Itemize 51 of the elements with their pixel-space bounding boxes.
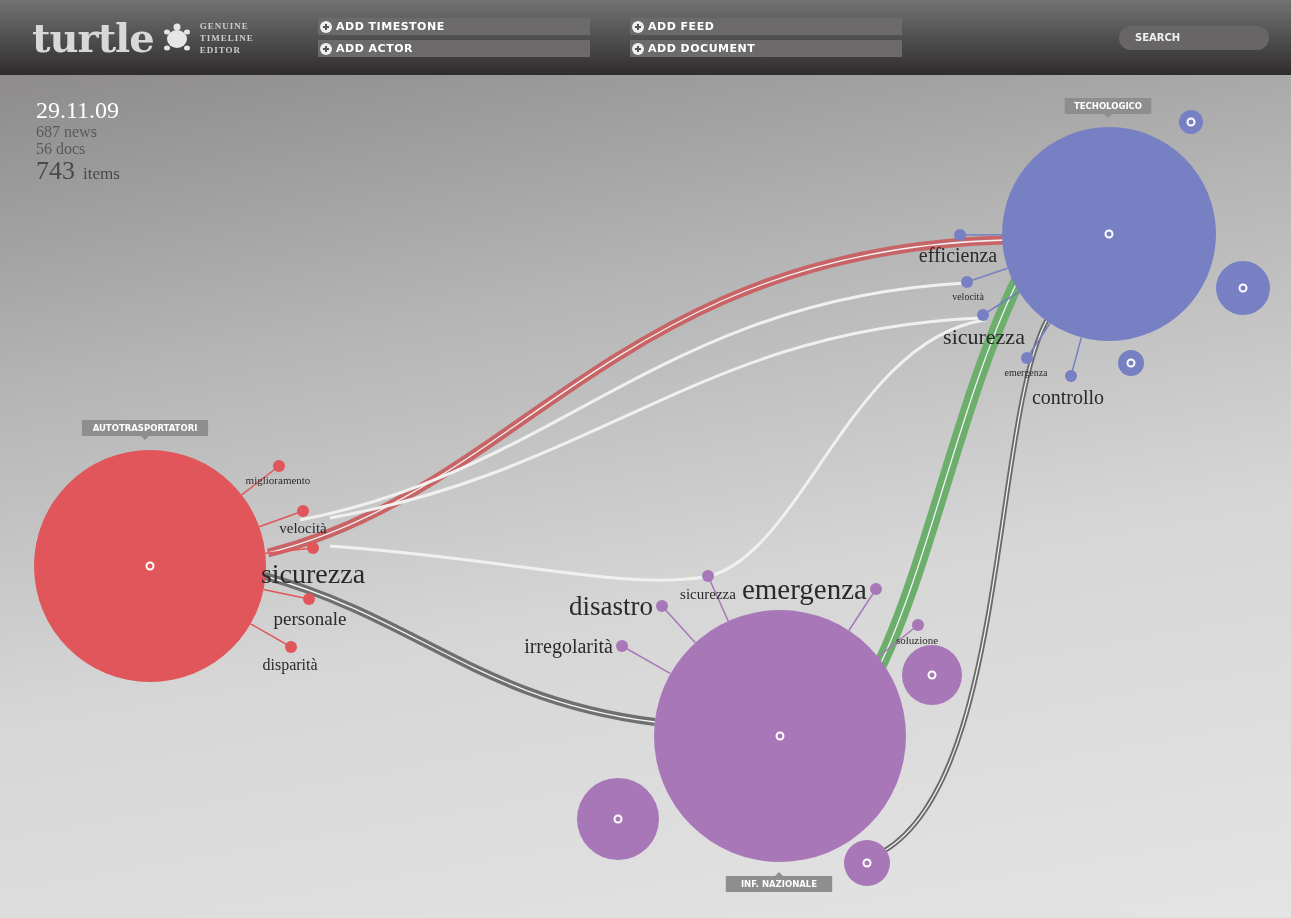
keyword-label: velocità (952, 290, 984, 302)
pin-dot (1065, 370, 1077, 382)
news-count: 687 news (36, 123, 98, 140)
keyword-label: irregolarità (524, 634, 613, 657)
node-circle[interactable] (1216, 261, 1270, 315)
subtitle-text: GENUINE (199, 19, 250, 32)
pin-dot (307, 542, 319, 554)
items-count: 743 (36, 157, 75, 185)
pin-dot (273, 460, 285, 472)
plus-icon (632, 42, 644, 55)
pin-dot (961, 276, 973, 288)
keyword-label: efficienza (918, 244, 998, 266)
plus-icon (320, 42, 332, 55)
plus-icon (632, 20, 644, 33)
node-circle[interactable] (902, 645, 962, 705)
pin-dot (616, 640, 628, 652)
keyword-label: soluzione (895, 634, 939, 646)
keyword-label: sicurezza (680, 586, 736, 602)
docs-count: 56 docs (36, 140, 87, 157)
pin-dot (977, 309, 989, 321)
keyword-label: velocità (279, 520, 327, 537)
add-button[interactable]: ADD ACTOR (318, 40, 590, 57)
pin-dot (702, 570, 714, 582)
add-button[interactable]: ADD TIMESTONE (318, 18, 590, 35)
pin-dot (1021, 352, 1033, 364)
keyword-label: disparità (262, 656, 318, 674)
plus-icon (320, 20, 332, 33)
pin-dot (870, 583, 882, 595)
turtle-icon (161, 22, 192, 53)
node-circle[interactable] (577, 778, 659, 860)
node-circle[interactable] (1179, 110, 1203, 134)
subtitle-text: EDITOR (199, 43, 243, 56)
subtitle-text: TIMELINE (199, 31, 254, 44)
pin-dot (297, 505, 309, 517)
add-button[interactable]: ADD DOCUMENT (630, 40, 902, 57)
keyword-label: emergenza (741, 572, 867, 605)
pin-dot (656, 600, 668, 612)
pin-dot (954, 229, 966, 241)
add-button[interactable]: ADD FEED (630, 18, 902, 35)
logo-text: turtle (32, 17, 154, 58)
node-circle[interactable] (1118, 350, 1144, 376)
pin-dot (303, 593, 315, 605)
date-text: 29.11.09 (36, 97, 120, 123)
items-label: items (83, 164, 120, 184)
node-circle[interactable] (844, 840, 890, 886)
pin-dot (912, 619, 924, 631)
pin-dot (285, 641, 297, 653)
keyword-label: controllo (1031, 386, 1105, 408)
keyword-label: disastro (569, 590, 653, 621)
keyword-label: personale (273, 608, 347, 630)
search-field[interactable]: SEARCH (1119, 25, 1269, 50)
